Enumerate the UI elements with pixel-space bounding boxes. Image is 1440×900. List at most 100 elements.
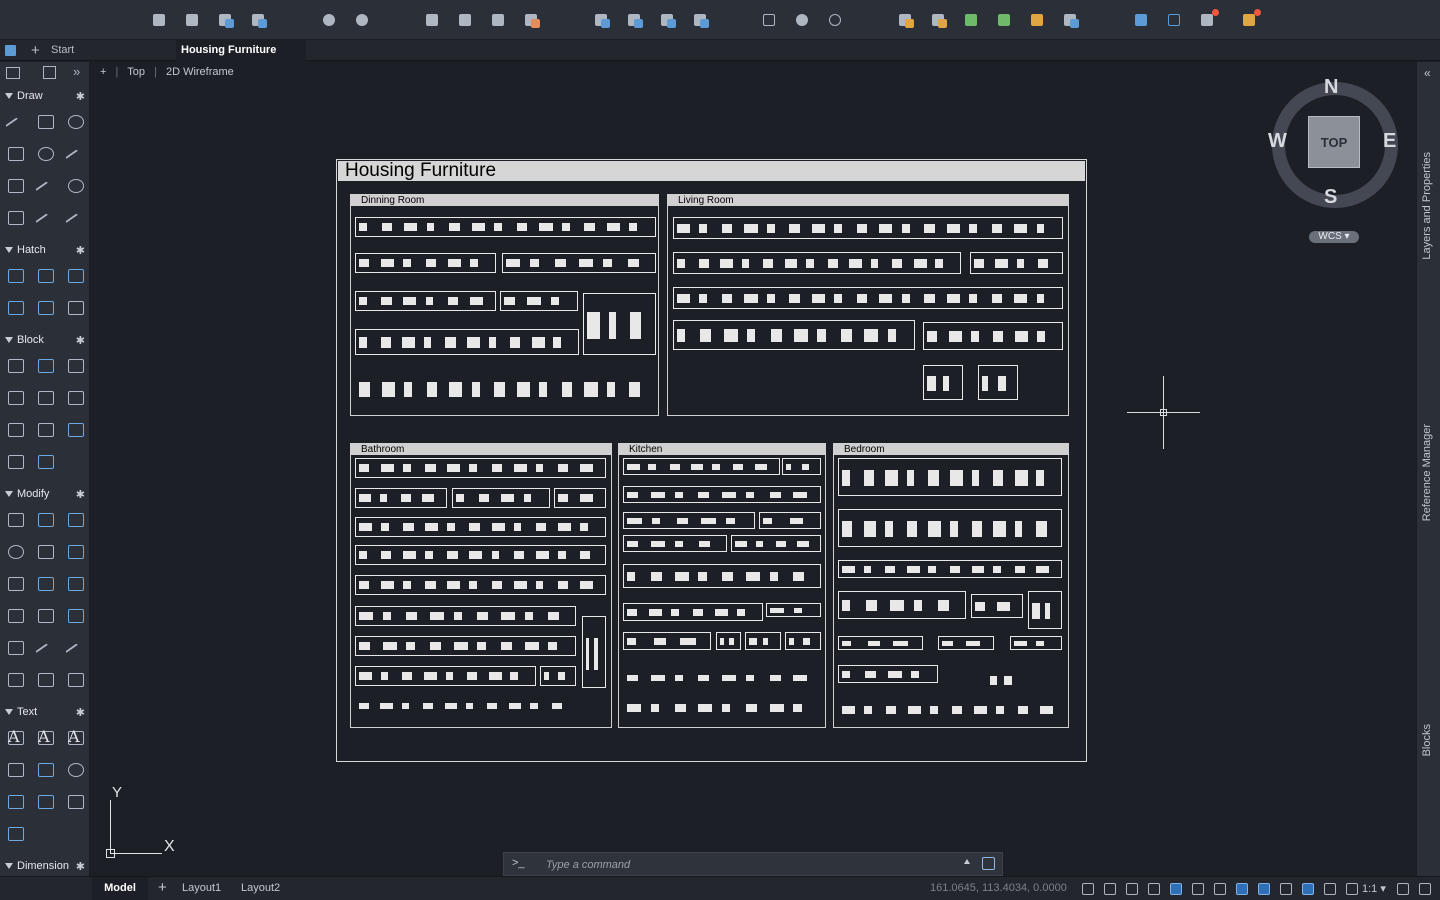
spell-check-icon[interactable]: [36, 760, 54, 778]
polyline-tool-icon[interactable]: [36, 112, 54, 130]
appliance-block[interactable]: [623, 458, 780, 475]
define-attribute-icon[interactable]: [6, 388, 24, 406]
furniture-block[interactable]: [971, 594, 1023, 618]
tv-unit-block[interactable]: [978, 365, 1018, 400]
erase-icon[interactable]: [66, 606, 84, 624]
write-block-icon[interactable]: [66, 388, 84, 406]
save-icon[interactable]: [218, 12, 235, 29]
import-icon[interactable]: [594, 12, 611, 29]
pdf-text-icon[interactable]: [6, 824, 24, 842]
xref-icon[interactable]: [997, 12, 1014, 29]
furniture-block[interactable]: [838, 700, 1066, 720]
redo-icon[interactable]: [355, 12, 372, 29]
fixture-block[interactable]: [355, 517, 606, 537]
section-modify-header[interactable]: Modify ✱: [0, 486, 90, 504]
section-block-header[interactable]: Block ✱: [0, 332, 90, 350]
create-block-icon[interactable]: [6, 356, 24, 374]
annotation-visibility-icon[interactable]: [1301, 882, 1315, 896]
mirror-icon[interactable]: [66, 510, 84, 528]
undo-icon[interactable]: [322, 12, 339, 29]
furniture-block[interactable]: [355, 291, 496, 311]
compass-east[interactable]: E: [1383, 130, 1396, 153]
furniture-block[interactable]: [970, 252, 1063, 274]
viewcube-compass[interactable]: TOP N S E W WCS ▾: [1266, 76, 1406, 248]
furniture-block[interactable]: [673, 252, 961, 274]
selection-cycling-icon[interactable]: [1235, 882, 1249, 896]
gear-icon[interactable]: [1418, 882, 1432, 896]
section-dimension-header[interactable]: Dimension ✱: [0, 858, 90, 876]
furniture-block[interactable]: [938, 636, 994, 650]
lineweight-icon[interactable]: [1191, 882, 1205, 896]
pdf-import-icon[interactable]: [66, 792, 84, 810]
room-bedroom[interactable]: Bedroom: [833, 443, 1069, 728]
room-living[interactable]: Living Room: [667, 194, 1069, 416]
appliance-block[interactable]: [759, 512, 821, 529]
move-icon[interactable]: [6, 510, 24, 528]
compass-north[interactable]: N: [1324, 76, 1338, 99]
open-file-icon[interactable]: [185, 12, 202, 29]
appliance-block[interactable]: [623, 512, 755, 529]
fixture-block[interactable]: [355, 636, 576, 656]
replace-block-icon[interactable]: [36, 452, 54, 470]
export-icon[interactable]: [627, 12, 644, 29]
room-dining[interactable]: Dinning Room: [350, 194, 659, 416]
region-icon[interactable]: [6, 298, 24, 316]
insert-block-icon[interactable]: [36, 356, 54, 374]
viewport-icon[interactable]: [1279, 882, 1293, 896]
plot-icon[interactable]: [458, 12, 475, 29]
lengthen-icon[interactable]: [36, 670, 54, 688]
fixture-block[interactable]: [540, 666, 576, 686]
palette-layers-icon[interactable]: [43, 66, 56, 79]
panel-blocks[interactable]: Blocks: [1421, 724, 1433, 756]
panel-reference-manager[interactable]: Reference Manager: [1421, 424, 1433, 521]
room-bathroom[interactable]: Bathroom: [350, 443, 612, 728]
share-icon[interactable]: [982, 857, 995, 870]
save-as-icon[interactable]: [251, 12, 268, 29]
break-icon[interactable]: [36, 638, 54, 656]
grid-icon[interactable]: [1081, 882, 1095, 896]
appliance-block[interactable]: [623, 670, 821, 686]
construction-line-icon[interactable]: [6, 176, 24, 194]
match-properties-icon[interactable]: [931, 12, 948, 29]
fixture-block[interactable]: [355, 666, 536, 686]
measure-icon[interactable]: [66, 670, 84, 688]
dynamic-input-icon[interactable]: [1257, 882, 1271, 896]
zoom-window-icon[interactable]: [762, 12, 779, 29]
fixture-block[interactable]: [355, 606, 576, 626]
furniture-block[interactable]: [502, 253, 656, 273]
settings-icon[interactable]: [1063, 12, 1080, 29]
spline-tool-icon[interactable]: [66, 144, 84, 162]
appliance-block[interactable]: [782, 458, 821, 475]
furniture-block[interactable]: [838, 636, 923, 650]
fixture-block[interactable]: [554, 488, 606, 508]
command-prompt-icon[interactable]: >_: [512, 857, 525, 869]
visual-style-control[interactable]: 2D Wireframe: [166, 66, 234, 78]
round-table-block[interactable]: [583, 293, 656, 355]
edit-block-icon[interactable]: [66, 356, 84, 374]
layer-icon[interactable]: [964, 12, 981, 29]
section-draw-header[interactable]: Draw ✱: [0, 88, 90, 106]
sync-attributes-icon[interactable]: [6, 452, 24, 470]
rectangle-tool-icon[interactable]: [6, 144, 24, 162]
panel-layers-and-properties[interactable]: Layers and Properties: [1421, 152, 1433, 260]
ortho-icon[interactable]: [1125, 882, 1139, 896]
sofa-block[interactable]: [673, 320, 915, 350]
appliance-block[interactable]: [745, 632, 781, 650]
furniture-block[interactable]: [838, 560, 1062, 578]
collapse-panels-icon[interactable]: «: [1424, 66, 1431, 80]
chamfer-icon[interactable]: [6, 638, 24, 656]
tag-icon[interactable]: [36, 388, 54, 406]
bed-block[interactable]: [838, 458, 1062, 496]
fillet-icon[interactable]: [6, 574, 24, 592]
scale-icon[interactable]: [36, 542, 54, 560]
polar-icon[interactable]: [1147, 882, 1161, 896]
workspace-icon[interactable]: [1396, 882, 1410, 896]
tv-unit-block[interactable]: [923, 365, 963, 400]
print-icon[interactable]: [425, 12, 442, 29]
tab-housing-furniture[interactable]: Housing Furniture: [176, 40, 306, 61]
annotation-scale-value[interactable]: 1:1 ▾: [1362, 882, 1386, 895]
appliance-block[interactable]: [623, 564, 821, 588]
view-control[interactable]: Top: [127, 66, 145, 78]
trim-icon[interactable]: [66, 542, 84, 560]
multiline-text-icon[interactable]: A: [6, 727, 24, 746]
